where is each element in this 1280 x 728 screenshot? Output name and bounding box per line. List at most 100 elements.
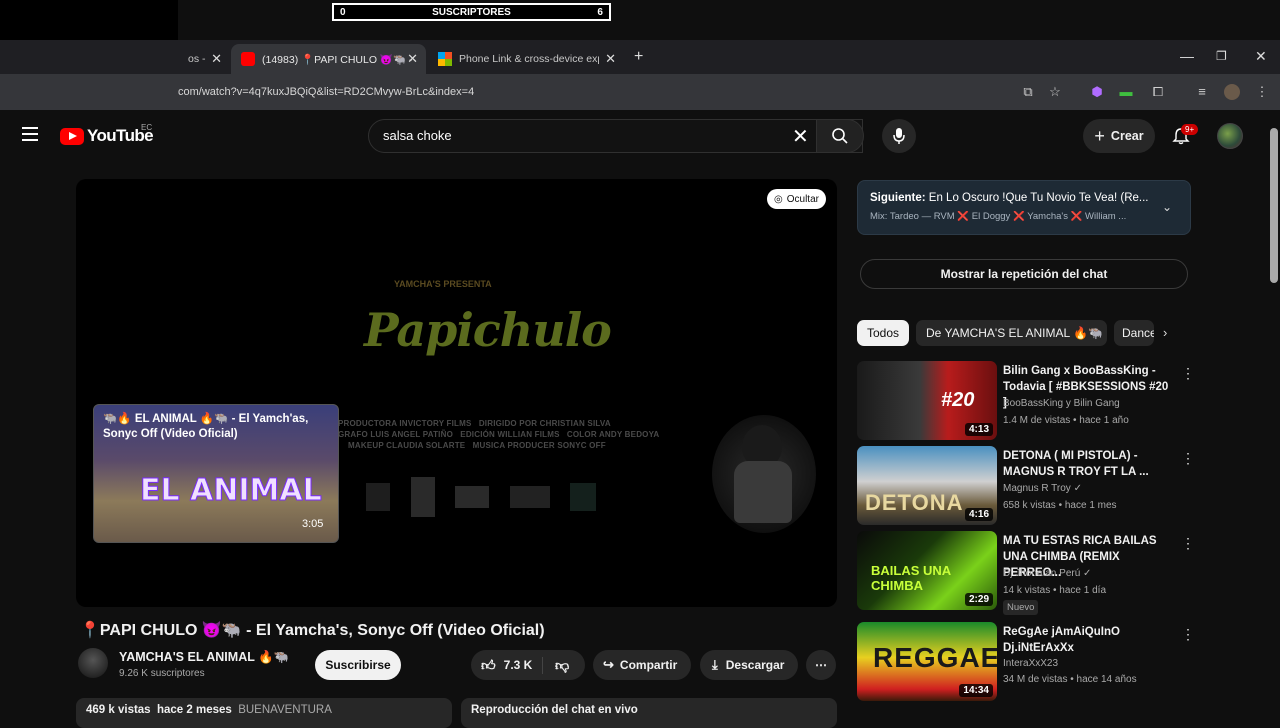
up-next-mix-info: Mix: Tardeo — RVM ❌ El Doggy ❌ Yamcha's …: [870, 211, 1127, 222]
bookmark-star-icon[interactable]: ☆: [1047, 84, 1063, 100]
show-chat-replay-button[interactable]: Mostrar la repetición del chat: [860, 259, 1188, 289]
credit-makeup-label: MAKEUP: [348, 441, 384, 450]
youtube-play-icon: [60, 127, 84, 145]
new-tab-plus-icon[interactable]: +: [634, 48, 643, 66]
credit-music-label: MUSICA PRODUCER: [472, 441, 555, 450]
extension-hex-icon[interactable]: ⬢: [1089, 84, 1105, 100]
video-thumbnail[interactable]: REGGAE 14:34: [857, 622, 997, 701]
user-avatar[interactable]: [1217, 123, 1243, 149]
tab-youtube-label: (14983) 📍PAPI CHULO 😈🐃 -: [262, 53, 412, 66]
video-meta: 658 k vistas • hace 1 mes: [1003, 500, 1117, 511]
download-icon: ⤓: [712, 657, 718, 672]
video-meta: 34 M de vistas • hace 14 años: [1003, 674, 1137, 685]
dislike-button[interactable]: 👎︎: [543, 657, 569, 674]
like-count: 7.3 K: [503, 658, 533, 672]
counter-right-value: 6: [597, 6, 603, 18]
extensions-puzzle-icon[interactable]: ⧠: [1150, 84, 1166, 100]
more-horizontal-icon: ⋯: [815, 658, 827, 672]
like-button[interactable]: 👍︎ 7.3 K: [471, 656, 543, 674]
browser-tab-bar: os - ✕ (14983) 📍PAPI CHULO 😈🐃 - ✕ Phone …: [0, 40, 1280, 74]
youtube-logo[interactable]: YouTube: [60, 126, 154, 146]
plus-icon: +: [1094, 125, 1105, 146]
endcard-title: 🐃🔥 EL ANIMAL 🔥🐃 - El Yamch'as, Sonyc Off…: [103, 413, 309, 440]
credit-color-label: COLOR: [566, 430, 597, 439]
region-code: EC: [141, 123, 153, 132]
channel-name: InteraXxX23: [1003, 658, 1059, 669]
hide-endscreen-button[interactable]: ◎ Ocultar: [767, 189, 826, 209]
channel-name[interactable]: YAMCHA'S EL ANIMAL 🔥🐃: [119, 650, 289, 665]
sponsor-logo: [455, 486, 489, 508]
list-item[interactable]: REGGAE 14:34 ReGgAe jAmAiQuInO Dj.iNtErA…: [857, 622, 1195, 702]
download-label: Descargar: [725, 658, 785, 672]
video-title: 📍PAPI CHULO 😈🐃 - El Yamcha's, Sonyc Off …: [80, 622, 545, 639]
tab-youtube-active[interactable]: (14983) 📍PAPI CHULO 😈🐃 - ✕: [231, 44, 426, 74]
subscribe-button[interactable]: Suscribirse: [315, 650, 401, 680]
counter-label: SUSCRIPTORES: [432, 6, 511, 18]
chip-channel[interactable]: De YAMCHA'S EL ANIMAL 🔥🐃: [916, 320, 1107, 346]
up-next-video-title: En Lo Oscuro !Que Tu Novio Te Vea! (Re..…: [928, 192, 1149, 204]
video-thumbnail[interactable]: #20 4:13: [857, 361, 997, 440]
sponsor-logo: [410, 477, 435, 517]
thumbs-down-icon: 👎︎: [555, 656, 570, 673]
maximize-icon[interactable]: ❐: [1216, 49, 1227, 63]
profile-icon[interactable]: [1224, 84, 1240, 100]
share-label: Compartir: [619, 658, 678, 672]
person-shirt: [734, 461, 792, 523]
close-icon[interactable]: ✕: [211, 51, 222, 67]
scrollbar-thumb[interactable]: [1270, 128, 1278, 283]
tab-previous[interactable]: os - ✕: [178, 44, 230, 74]
window-close-icon[interactable]: ✕: [1255, 48, 1267, 65]
video-duration: 4:13: [964, 423, 993, 436]
endscreen-channel-circle[interactable]: [712, 415, 816, 533]
chat-replay-panel[interactable]: Reproducción del chat en vivo: [461, 698, 837, 728]
up-next-mix-panel[interactable]: [857, 180, 1191, 235]
tab-previous-label: os -: [188, 53, 206, 65]
up-next-title: Siguiente: En Lo Oscuro !Que Tu Novio Te…: [870, 192, 1150, 204]
credit-edicion-label: EDICIÓN: [460, 430, 496, 439]
sponsor-logo: [570, 483, 596, 511]
browser-menu-icon[interactable]: ⋮: [1254, 84, 1270, 100]
list-item[interactable]: #20 4:13 Bilin Gang x BooBassKing - Toda…: [857, 361, 1195, 441]
video-title: ReGgAe jAmAiQuInO Dj.iNtErAxXx: [1003, 626, 1120, 654]
close-icon[interactable]: ✕: [605, 51, 616, 67]
media-controls-icon[interactable]: ≡: [1194, 84, 1210, 100]
more-vertical-icon[interactable]: ⋮: [1181, 535, 1195, 552]
clear-search-icon[interactable]: ✕: [792, 124, 809, 149]
url-text[interactable]: com/watch?v=4q7kuxJBQiQ&list=RD2CMvyw-Br…: [178, 86, 474, 98]
video-duration: 4:16: [964, 508, 993, 521]
list-item[interactable]: DETONA 4:16 DETONA ( MI PISTOLA) - MAGNU…: [857, 446, 1195, 526]
thumbs-up-icon: 👍︎: [481, 656, 496, 673]
video-title: DETONA ( MI PISTOLA) - MAGNUS R TROY FT …: [1003, 450, 1149, 478]
voice-search-button[interactable]: [882, 119, 916, 153]
close-icon[interactable]: ✕: [407, 51, 418, 67]
chevron-right-icon[interactable]: ›: [1163, 325, 1167, 340]
video-thumbnail[interactable]: DETONA 4:16: [857, 446, 997, 525]
search-input-value[interactable]: salsa choke: [383, 128, 452, 143]
create-button[interactable]: + Crear: [1083, 119, 1155, 153]
upload-date: hace 2 meses: [156, 704, 232, 716]
chevron-down-icon[interactable]: ⌄: [1162, 200, 1172, 214]
location-tag[interactable]: BUENAVENTURA: [238, 704, 332, 716]
search-button[interactable]: [816, 119, 864, 153]
more-vertical-icon[interactable]: ⋮: [1181, 450, 1195, 467]
channel-avatar[interactable]: [78, 648, 108, 678]
thumbnail-text: #20: [941, 389, 975, 411]
more-vertical-icon[interactable]: ⋮: [1181, 626, 1195, 643]
more-vertical-icon[interactable]: ⋮: [1181, 365, 1195, 382]
download-button[interactable]: ⤓ Descargar: [700, 650, 798, 680]
video-duration: 14:34: [959, 684, 993, 697]
chip-dance[interactable]: Dance: [1114, 320, 1154, 346]
chip-all[interactable]: Todos: [857, 320, 909, 346]
description-box[interactable]: 469 k vistas hace 2 meses BUENAVENTURA: [76, 698, 452, 728]
more-actions-button[interactable]: ⋯: [806, 650, 836, 680]
minimize-icon[interactable]: —: [1180, 48, 1194, 64]
install-app-icon[interactable]: ⧉: [1020, 84, 1036, 100]
channel-subscriber-count: 9.26 K suscriptores: [119, 668, 205, 679]
extension-green-icon[interactable]: ▬: [1118, 84, 1134, 100]
hamburger-menu-icon[interactable]: [22, 127, 38, 141]
video-thumbnail[interactable]: BAILAS UNA CHIMBA 2:29: [857, 531, 997, 610]
share-button[interactable]: ↪ Compartir: [593, 650, 691, 680]
list-item[interactable]: BAILAS UNA CHIMBA 2:29 MA TU ESTAS RICA …: [857, 531, 1195, 615]
tab-phone-link[interactable]: Phone Link & cross-device expe ✕: [428, 44, 624, 74]
thumbnail-text: DETONA: [865, 490, 964, 515]
